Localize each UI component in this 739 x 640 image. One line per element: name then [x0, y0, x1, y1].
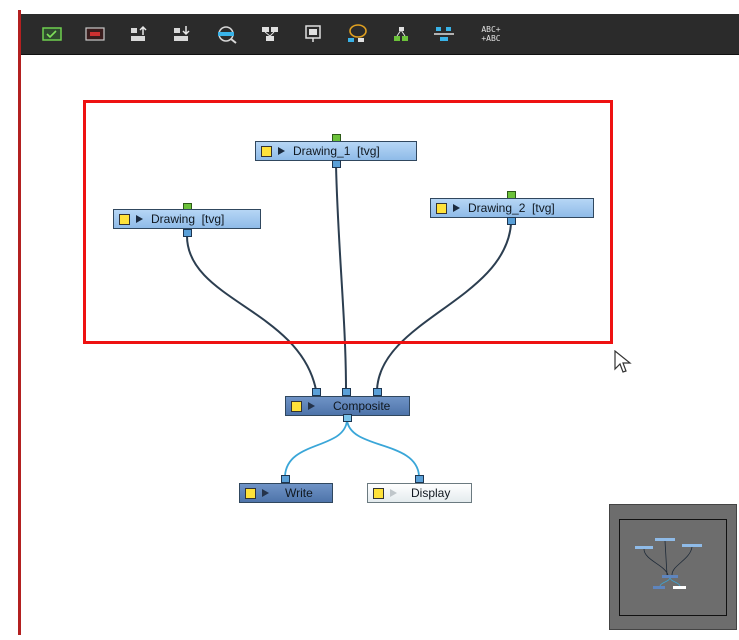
wire-composite-to-write [284, 419, 348, 477]
enable-checkbox[interactable] [261, 145, 272, 157]
node-label: Drawing [tvg] [151, 212, 225, 226]
enable-checkbox[interactable] [373, 487, 384, 499]
node-label: Write [285, 486, 313, 500]
wire-composite-to-display [346, 419, 420, 477]
expand-arrow-icon[interactable] [308, 402, 315, 410]
navigator-viewport[interactable] [619, 519, 727, 616]
node-display[interactable]: Display [367, 483, 472, 503]
mouse-cursor-icon [614, 350, 632, 373]
expand-arrow-icon[interactable] [262, 489, 269, 497]
expand-arrow-icon[interactable] [136, 215, 143, 223]
expand-arrow-icon[interactable] [278, 147, 285, 155]
node-drawing-1[interactable]: Drawing_1 [tvg] [255, 141, 417, 161]
composite-input-port-2[interactable] [342, 388, 351, 396]
enable-checkbox[interactable] [436, 202, 447, 214]
composite-input-port-1[interactable] [312, 388, 321, 396]
write-input-port[interactable] [281, 475, 290, 483]
drawing-output-port[interactable] [183, 229, 192, 237]
expand-arrow-icon[interactable] [390, 489, 397, 497]
node-label: Display [411, 486, 451, 500]
node-write[interactable]: Write [239, 483, 333, 503]
composite-input-port-3[interactable] [373, 388, 382, 396]
node-composite[interactable]: Composite [285, 396, 410, 416]
node-label: Drawing_1 [tvg] [293, 144, 380, 158]
node-drawing[interactable]: Drawing [tvg] [113, 209, 261, 229]
navigator-panel[interactable] [609, 504, 737, 630]
display-input-port[interactable] [415, 475, 424, 483]
drawing1-output-port[interactable] [332, 160, 341, 168]
enable-checkbox[interactable] [245, 487, 256, 499]
enable-checkbox[interactable] [119, 213, 130, 225]
node-label: Drawing_2 [tvg] [468, 201, 555, 215]
composite-output-port[interactable] [343, 414, 352, 422]
node-drawing-2[interactable]: Drawing_2 [tvg] [430, 198, 594, 218]
enable-checkbox[interactable] [291, 400, 302, 412]
drawing2-output-port[interactable] [507, 217, 516, 225]
node-label: Composite [333, 399, 391, 413]
navigator-thumbnail [635, 538, 702, 589]
expand-arrow-icon[interactable] [453, 204, 460, 212]
